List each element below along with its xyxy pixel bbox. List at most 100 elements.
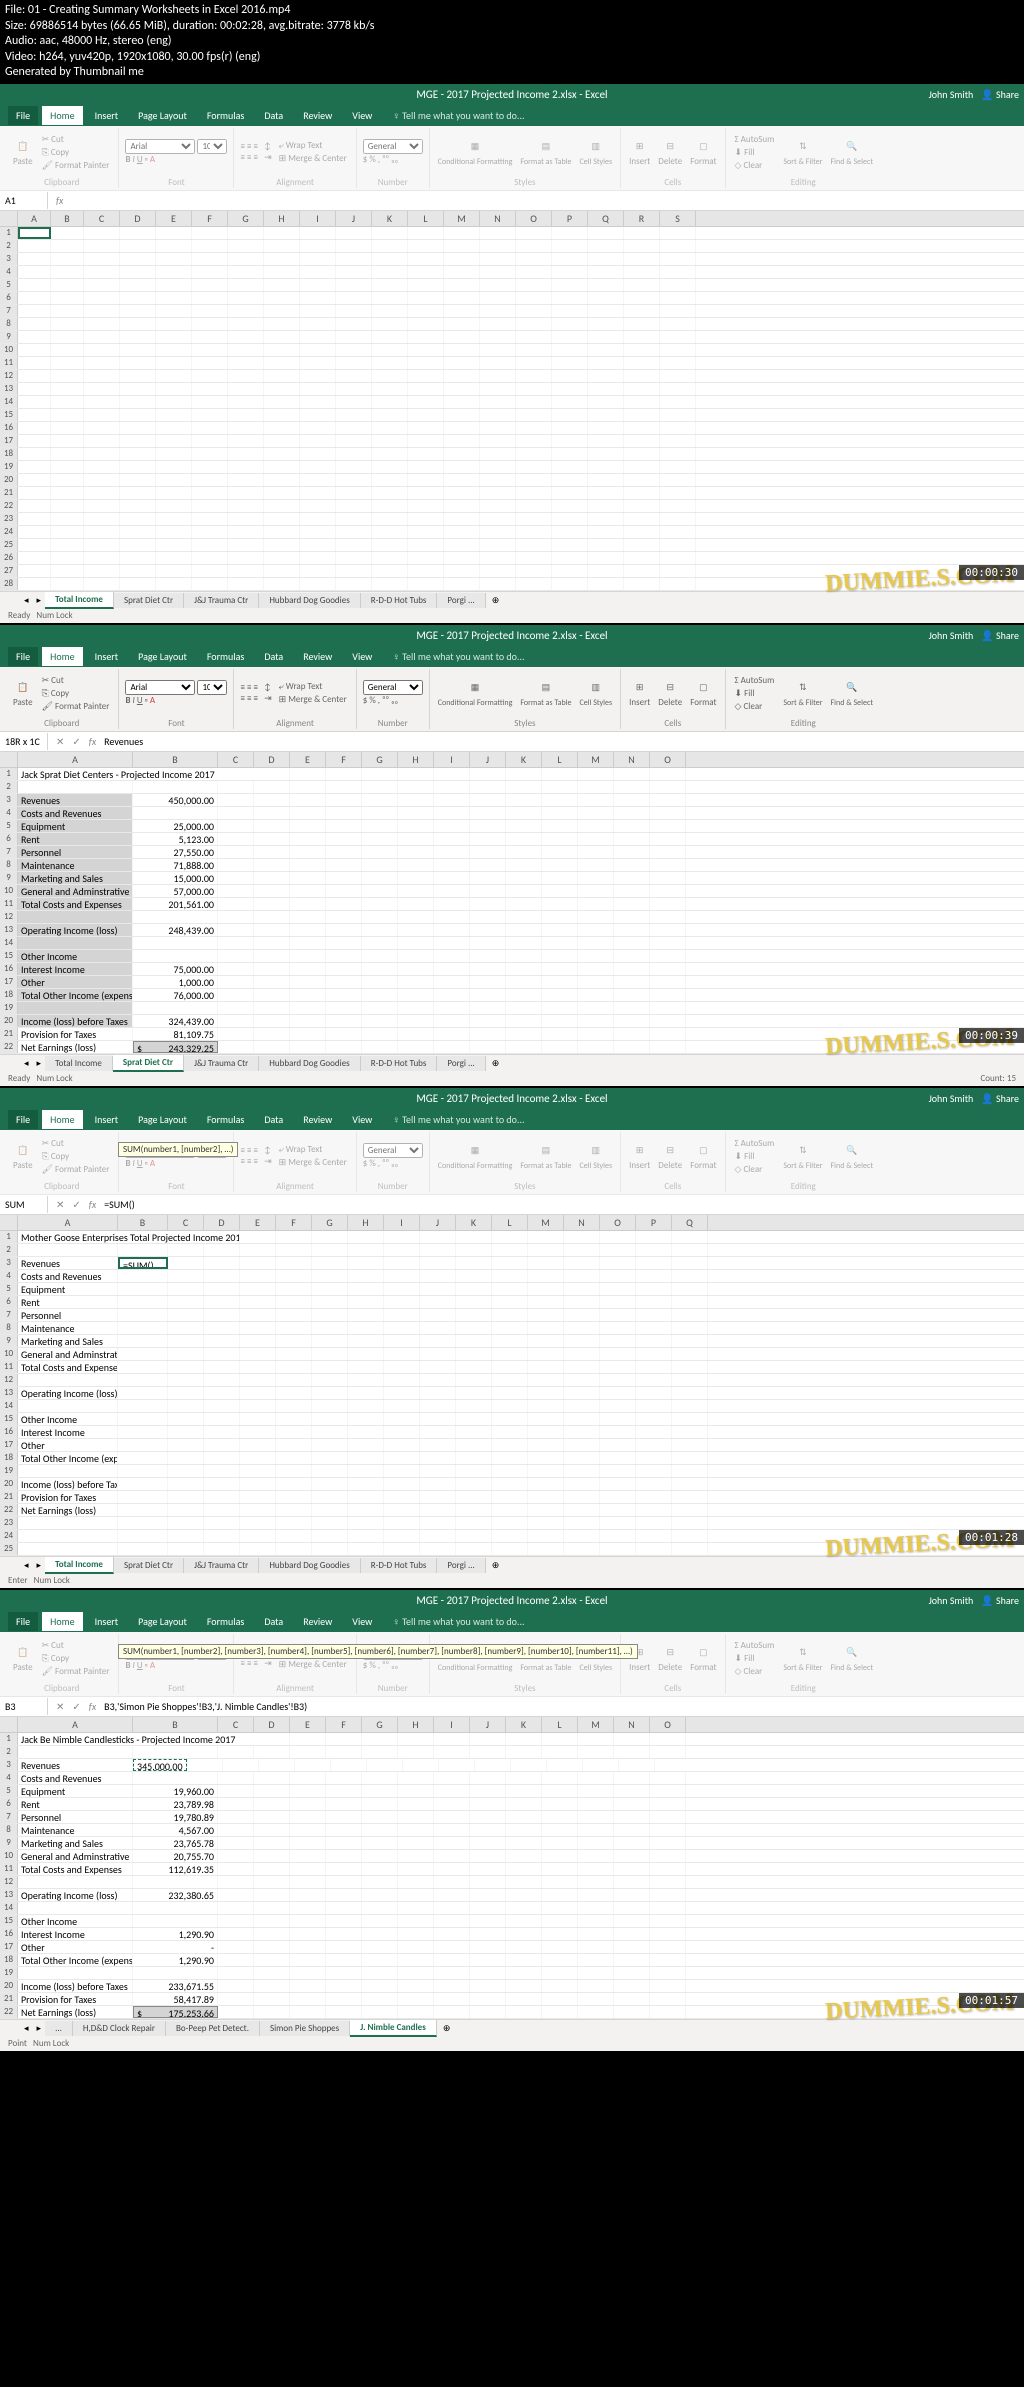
- row-13[interactable]: 13Operating Income (loss)232,380.65: [0, 1889, 1024, 1902]
- row-5[interactable]: 5Equipment25,000.00: [0, 820, 1024, 833]
- col-header-Q[interactable]: Q: [672, 1215, 708, 1230]
- sheet-tab[interactable]: J&J Trauma Ctr: [184, 1558, 259, 1573]
- cond-format[interactable]: ▦Conditional Formatting: [436, 677, 515, 710]
- menu-data[interactable]: Data: [256, 647, 291, 666]
- confirm-icon[interactable]: ✓: [72, 1198, 80, 1211]
- tell-me-search[interactable]: ♀ Tell me what you want to do...: [384, 1612, 1016, 1631]
- menu-home[interactable]: Home: [42, 647, 82, 666]
- autosum[interactable]: Σ AutoSum: [732, 1137, 778, 1150]
- row-3[interactable]: 3Revenues345,000.00: [0, 1759, 1024, 1772]
- row-18[interactable]: 18Total Other Income (expenses)76,000.00: [0, 989, 1024, 1002]
- col-header-L[interactable]: L: [408, 211, 444, 226]
- sheet-tab[interactable]: Hubbard Dog Goodies: [259, 593, 360, 608]
- menu-page-layout[interactable]: Page Layout: [130, 647, 195, 666]
- cancel-icon[interactable]: ✕: [56, 1700, 64, 1713]
- find-select[interactable]: 🔍Find & Select: [829, 1642, 876, 1675]
- sheet-tab[interactable]: J&J Trauma Ctr: [184, 593, 259, 608]
- row-9[interactable]: 9Marketing and Sales: [0, 1335, 1024, 1348]
- col-header-C[interactable]: C: [84, 211, 120, 226]
- tab-nav-prev[interactable]: ◂: [20, 1058, 33, 1069]
- row-13[interactable]: 13Operating Income (loss): [0, 1387, 1024, 1400]
- col-header-B[interactable]: B: [118, 1215, 168, 1230]
- col-header-F[interactable]: F: [276, 1215, 312, 1230]
- autosum[interactable]: Σ AutoSum: [732, 674, 778, 687]
- sheet-tab[interactable]: R-D-D Hot Tubs: [361, 1056, 438, 1071]
- paste-button[interactable]: 📋Paste: [11, 135, 35, 169]
- font-size[interactable]: 10: [197, 139, 227, 154]
- col-header-R[interactable]: R: [624, 211, 660, 226]
- col-header-C[interactable]: C: [218, 752, 254, 767]
- row-6[interactable]: 6: [0, 292, 1024, 305]
- format-painter-button[interactable]: 🖌 Format Painter: [39, 1665, 113, 1678]
- wrap-text[interactable]: ⤶ Wrap Text: [276, 1143, 350, 1156]
- col-header-K[interactable]: K: [372, 211, 408, 226]
- formula-bar[interactable]: B3,'Simon Pie Shoppes'!B3,'J. Nimble Can…: [104, 1700, 307, 1713]
- row-3[interactable]: 3Revenues450,000.00: [0, 794, 1024, 807]
- row-17[interactable]: 17: [0, 435, 1024, 448]
- col-header-G[interactable]: G: [362, 752, 398, 767]
- menu-review[interactable]: Review: [295, 106, 340, 125]
- row-6[interactable]: 6Rent23,789.98: [0, 1798, 1024, 1811]
- row-5[interactable]: 5: [0, 279, 1024, 292]
- col-header-I[interactable]: I: [384, 1215, 420, 1230]
- row-3[interactable]: 3Revenues=SUM(): [0, 1257, 1024, 1270]
- row-9[interactable]: 9: [0, 331, 1024, 344]
- share-button[interactable]: 👤 Share: [981, 1092, 1019, 1105]
- row-5[interactable]: 5Equipment: [0, 1283, 1024, 1296]
- row-7[interactable]: 7: [0, 305, 1024, 318]
- paste-button[interactable]: 📋Paste: [11, 1641, 35, 1675]
- row-26[interactable]: 26: [0, 552, 1024, 565]
- new-sheet[interactable]: ⊕: [486, 1058, 506, 1069]
- cut-button[interactable]: ✂ Cut: [39, 674, 113, 687]
- row-15[interactable]: 15Other Income: [0, 950, 1024, 963]
- row-10[interactable]: 10General and Adminstrative: [0, 1348, 1024, 1361]
- row-19[interactable]: 19: [0, 1967, 1024, 1980]
- find-select[interactable]: 🔍Find & Select: [829, 136, 876, 169]
- row-1[interactable]: 1Jack Be Nimble Candlesticks - Projected…: [0, 1733, 1024, 1746]
- sheet-tab[interactable]: Porgi ...: [437, 1056, 485, 1071]
- row-2[interactable]: 2: [0, 1746, 1024, 1759]
- row-7[interactable]: 7Personnel: [0, 1309, 1024, 1322]
- row-20[interactable]: 20Income (loss) before Taxes233,671.55: [0, 1980, 1024, 1993]
- menu-file[interactable]: File: [8, 1612, 38, 1631]
- col-header-I[interactable]: I: [434, 1717, 470, 1732]
- row-4[interactable]: 4Costs and Revenues: [0, 1772, 1024, 1785]
- merge-center[interactable]: ⊞ Merge & Center: [276, 1658, 350, 1671]
- col-header-P[interactable]: P: [636, 1215, 672, 1230]
- col-header-B[interactable]: B: [51, 211, 84, 226]
- menu-view[interactable]: View: [344, 647, 380, 666]
- row-8[interactable]: 8: [0, 318, 1024, 331]
- format-cells[interactable]: ▢Format: [688, 1641, 718, 1675]
- format-painter-button[interactable]: 🖌 Format Painter: [39, 700, 113, 713]
- insert-cells[interactable]: ⊞Insert: [627, 676, 652, 710]
- font-name[interactable]: Arial: [125, 680, 195, 695]
- sort-filter[interactable]: ⇅Sort & Filter: [781, 1642, 824, 1675]
- col-header-A[interactable]: A: [18, 1215, 118, 1230]
- merge-center[interactable]: ⊞ Merge & Center: [276, 152, 350, 165]
- new-sheet[interactable]: ⊕: [486, 1560, 506, 1571]
- row-24[interactable]: 24: [0, 526, 1024, 539]
- confirm-icon[interactable]: ✓: [72, 1700, 80, 1713]
- col-header-L[interactable]: L: [542, 752, 578, 767]
- col-header-N[interactable]: N: [480, 211, 516, 226]
- fx-icon[interactable]: fx: [89, 735, 96, 748]
- delete-cells[interactable]: ⊟Delete: [656, 1139, 684, 1173]
- cut-button[interactable]: ✂ Cut: [39, 1137, 113, 1150]
- row-9[interactable]: 9Marketing and Sales23,765.78: [0, 1837, 1024, 1850]
- clear[interactable]: ◇ Clear: [732, 1665, 778, 1678]
- autosum[interactable]: Σ AutoSum: [732, 133, 778, 146]
- spreadsheet-grid[interactable]: ABCDEFGHIJKLMNO1Jack Sprat Diet Centers …: [0, 752, 1024, 1054]
- sheet-tab[interactable]: Hubbard Dog Goodies: [259, 1056, 360, 1071]
- row-14[interactable]: 14: [0, 937, 1024, 950]
- sheet-tab[interactable]: Sprat Diet Ctr: [114, 1558, 184, 1573]
- cell-styles[interactable]: ▥Cell Styles: [577, 1140, 614, 1173]
- sort-filter[interactable]: ⇅Sort & Filter: [781, 136, 824, 169]
- font-size[interactable]: 10: [197, 680, 227, 695]
- sheet-tab[interactable]: Porgi ...: [437, 1558, 485, 1573]
- row-4[interactable]: 4Costs and Revenues: [0, 807, 1024, 820]
- col-header-M[interactable]: M: [528, 1215, 564, 1230]
- row-18[interactable]: 18: [0, 448, 1024, 461]
- fill[interactable]: ⬇ Fill: [732, 687, 778, 700]
- col-header-O[interactable]: O: [516, 211, 552, 226]
- name-box[interactable]: 18R x 1C: [0, 733, 48, 750]
